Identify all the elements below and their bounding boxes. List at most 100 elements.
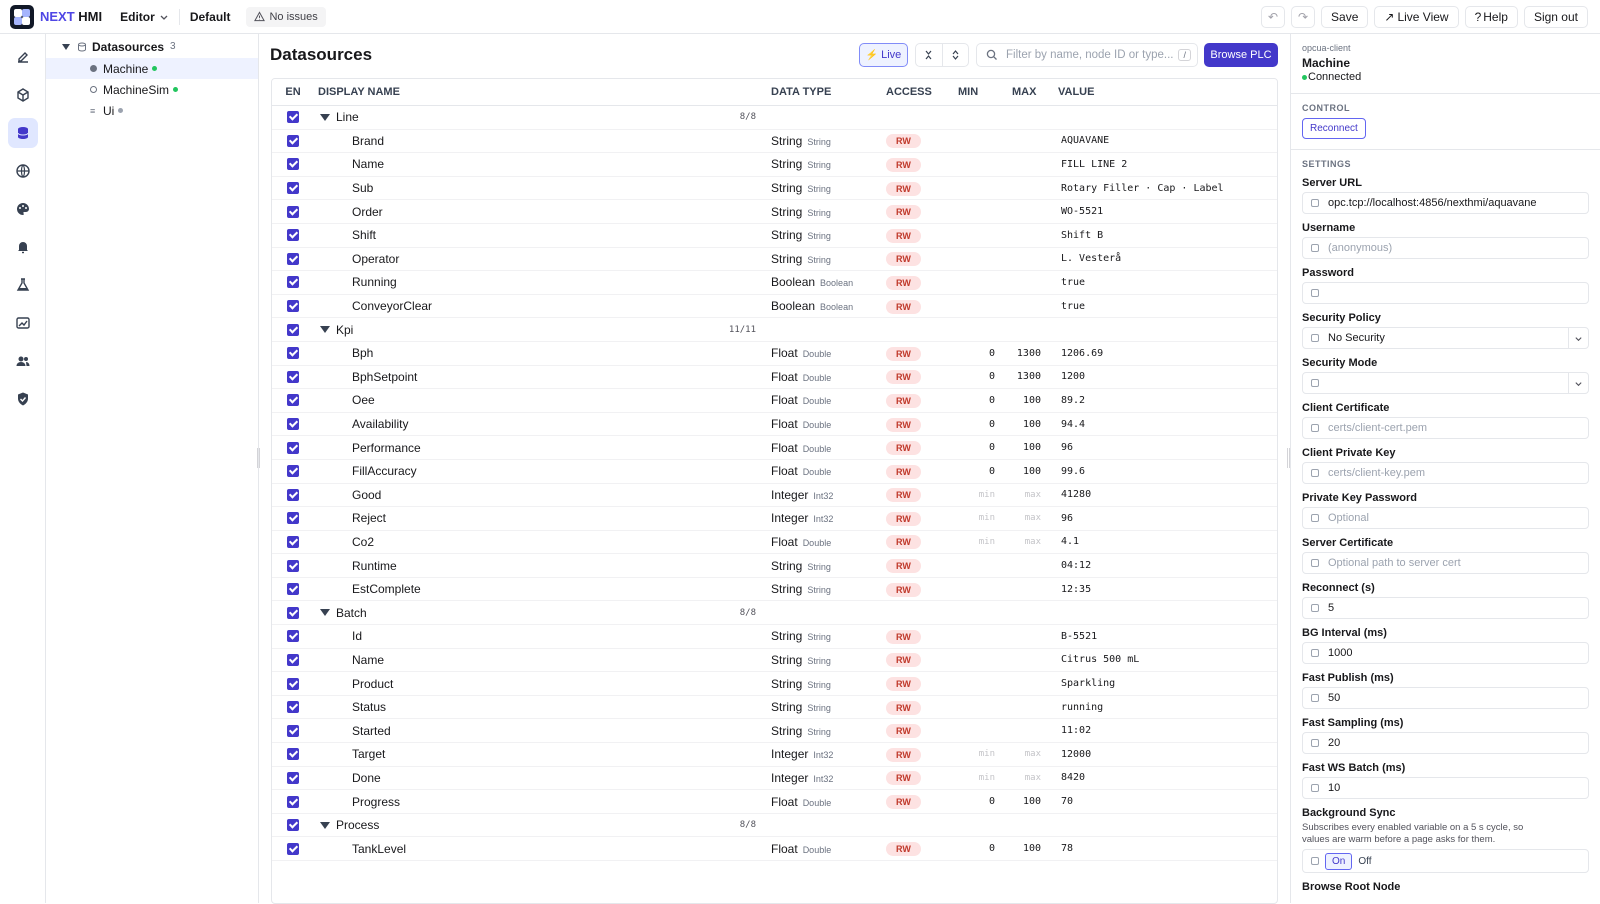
override-checkbox[interactable] — [1311, 784, 1319, 792]
access-badge[interactable]: RW — [886, 275, 921, 290]
access-badge[interactable]: RW — [886, 700, 921, 715]
live-toggle[interactable]: ⚡ Live — [859, 43, 908, 67]
tree-item-machine[interactable]: Machine — [46, 58, 258, 79]
enable-checkbox[interactable] — [287, 300, 299, 313]
access-badge[interactable]: RW — [886, 559, 921, 574]
variable-row[interactable]: Running Boolean Boolean RW true — [272, 271, 1277, 295]
min-value[interactable]: 0 — [958, 796, 1009, 807]
enable-checkbox[interactable] — [287, 701, 299, 714]
enable-checkbox[interactable] — [287, 630, 299, 643]
undo-button[interactable]: ↶ — [1261, 5, 1286, 28]
enable-checkbox[interactable] — [287, 370, 299, 383]
tree-item-machinesim[interactable]: MachineSim — [46, 79, 258, 100]
rail-theme[interactable] — [8, 194, 38, 224]
min-value[interactable]: min — [958, 749, 1009, 759]
min-value[interactable]: min — [958, 490, 1009, 500]
max-value[interactable]: 100 — [1009, 466, 1055, 477]
enable-checkbox[interactable] — [287, 418, 299, 431]
min-value[interactable]: 0 — [958, 348, 1009, 359]
min-value[interactable]: 0 — [958, 843, 1009, 854]
max-value[interactable]: max — [1009, 773, 1055, 783]
browse-plc-button[interactable]: Browse PLC — [1204, 43, 1278, 67]
group-row[interactable]: Line 8/8 — [272, 106, 1277, 130]
override-checkbox[interactable] — [1311, 199, 1319, 207]
variable-row[interactable]: EstComplete String String RW 12:35 — [272, 578, 1277, 602]
variable-row[interactable]: Id String String RW B-5521 — [272, 625, 1277, 649]
col-access[interactable]: ACCESS — [886, 86, 958, 98]
bg-sync-off[interactable]: Off — [1352, 854, 1377, 869]
access-badge[interactable]: RW — [886, 299, 921, 314]
min-value[interactable]: 0 — [958, 371, 1009, 382]
rail-users[interactable] — [8, 346, 38, 376]
rail-security[interactable] — [8, 384, 38, 414]
access-badge[interactable]: RW — [886, 370, 921, 385]
access-badge[interactable]: RW — [886, 724, 921, 739]
enable-checkbox[interactable] — [287, 111, 299, 124]
variable-row[interactable]: Runtime String String RW 04:12 — [272, 554, 1277, 578]
fast-ws-batch-ms-input[interactable]: 10 — [1302, 777, 1589, 799]
client-certificate-input[interactable]: certs/client-cert.pem — [1302, 417, 1589, 439]
issues-badge[interactable]: No issues — [246, 6, 326, 27]
override-checkbox[interactable] — [1311, 604, 1319, 612]
enable-checkbox[interactable] — [287, 748, 299, 761]
access-badge[interactable]: RW — [886, 511, 921, 526]
resize-handle-left[interactable] — [257, 448, 260, 468]
access-badge[interactable]: RW — [886, 582, 921, 597]
max-value[interactable]: 100 — [1009, 442, 1055, 453]
access-badge[interactable]: RW — [886, 252, 921, 267]
access-badge[interactable]: RW — [886, 842, 921, 857]
enable-checkbox[interactable] — [287, 229, 299, 242]
col-min[interactable]: MIN — [958, 86, 1009, 98]
enable-checkbox[interactable] — [287, 653, 299, 666]
bg-interval-ms-input[interactable]: 1000 — [1302, 642, 1589, 664]
enable-checkbox[interactable] — [287, 441, 299, 454]
rail-trends[interactable] — [8, 308, 38, 338]
max-value[interactable]: 100 — [1009, 419, 1055, 430]
group-row[interactable]: Batch 8/8 — [272, 601, 1277, 626]
access-badge[interactable]: RW — [886, 417, 921, 432]
password-input[interactable] — [1302, 282, 1589, 304]
variable-row[interactable]: Performance Float Double RW 0 100 96 — [272, 436, 1277, 460]
access-badge[interactable]: RW — [886, 464, 921, 479]
max-value[interactable]: 100 — [1009, 395, 1055, 406]
enable-checkbox[interactable] — [287, 559, 299, 572]
variable-row[interactable]: Reject Integer Int32 RW min max 96 — [272, 507, 1277, 531]
group-row[interactable]: Process 8/8 — [272, 814, 1277, 838]
server-url-input[interactable]: opc.tcp://localhost:4856/nexthmi/aquavan… — [1302, 192, 1589, 214]
enable-checkbox[interactable] — [287, 512, 299, 525]
rail-datasources[interactable] — [7, 118, 38, 148]
variable-row[interactable]: Name String String RW Citrus 500 mL — [272, 649, 1277, 673]
max-value[interactable]: max — [1009, 537, 1055, 547]
override-checkbox[interactable] — [1311, 469, 1319, 477]
variable-row[interactable]: Bph Float Double RW 0 1300 1206.69 — [272, 342, 1277, 366]
variable-row[interactable]: Operator String String RW L. Vesterå — [272, 248, 1277, 272]
filter-input[interactable]: Filter by name, node ID or type... / — [976, 43, 1198, 67]
col-max[interactable]: MAX — [1009, 86, 1055, 98]
max-value[interactable]: max — [1009, 513, 1055, 523]
rail-alarms[interactable] — [8, 232, 38, 262]
override-checkbox[interactable] — [1311, 424, 1319, 432]
access-badge[interactable]: RW — [886, 488, 921, 503]
enable-checkbox[interactable] — [287, 535, 299, 548]
enable-checkbox[interactable] — [287, 252, 299, 265]
enable-checkbox[interactable] — [287, 795, 299, 808]
rail-lab[interactable] — [8, 270, 38, 300]
col-type[interactable]: DATA TYPE — [771, 86, 886, 98]
rail-components[interactable] — [8, 80, 38, 110]
access-badge[interactable]: RW — [886, 677, 921, 692]
variable-row[interactable]: Target Integer Int32 RW min max 12000 — [272, 743, 1277, 767]
min-value[interactable]: 0 — [958, 442, 1009, 453]
access-badge[interactable]: RW — [886, 393, 921, 408]
max-value[interactable]: max — [1009, 749, 1055, 759]
override-checkbox[interactable] — [1311, 244, 1319, 252]
access-badge[interactable]: RW — [886, 771, 921, 786]
variable-row[interactable]: Order String String RW WO-5521 — [272, 200, 1277, 224]
min-value[interactable]: min — [958, 537, 1009, 547]
access-badge[interactable]: RW — [886, 134, 921, 149]
variable-row[interactable]: Availability Float Double RW 0 100 94.4 — [272, 413, 1277, 437]
max-value[interactable]: 1300 — [1009, 371, 1055, 382]
live-view-button[interactable]: ↗ Live View — [1374, 5, 1459, 28]
variable-row[interactable]: TankLevel Float Double RW 0 100 78 — [272, 837, 1277, 861]
max-value[interactable]: 100 — [1009, 843, 1055, 854]
bg-sync-on[interactable]: On — [1325, 852, 1353, 870]
